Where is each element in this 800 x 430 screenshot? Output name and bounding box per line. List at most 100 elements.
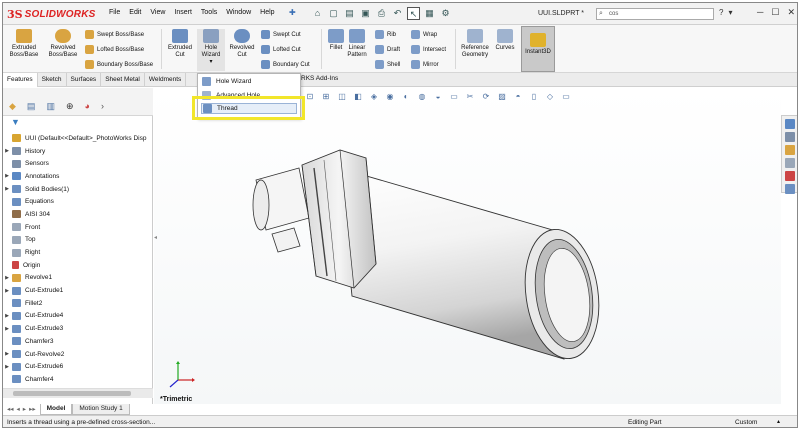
home-icon[interactable]: ⌂ <box>311 7 324 20</box>
minimize-icon[interactable]: ─ <box>757 7 763 18</box>
tab-weldments[interactable]: Weldments <box>145 73 187 87</box>
expand-arrow-icon[interactable]: ▶ <box>3 313 11 319</box>
property-manager-icon[interactable]: ▤ <box>27 101 36 112</box>
tree-item-solid-bodies[interactable]: ▶ Solid Bodies(1) <box>3 183 153 196</box>
prev-tab-icon[interactable]: ◂ <box>17 405 20 414</box>
menu-tools[interactable]: Tools <box>201 9 217 16</box>
maximize-icon[interactable]: ☐ <box>771 7 779 18</box>
close-icon[interactable]: ✕ <box>787 7 795 18</box>
display-manager-icon[interactable]: ◕ <box>85 101 90 112</box>
tree-item-equations[interactable]: Equations <box>3 195 153 208</box>
dimxpert-icon[interactable]: ⊕ <box>66 101 74 112</box>
tree-item-cut-extrude6[interactable]: ▶ Cut-Extrude6 <box>3 360 153 373</box>
tree-item-part[interactable]: UUI (Default<<Default>_PhotoWorks Disp <box>3 132 153 145</box>
tree-item-sensors[interactable]: Sensors <box>3 157 153 170</box>
hole-wizard-dropdown-icon[interactable]: ▾ <box>197 59 225 66</box>
horizontal-scrollbar[interactable] <box>3 388 153 398</box>
print-icon[interactable]: ⎙ <box>375 7 388 20</box>
tree-item-revolve1[interactable]: ▶ Revolve1 <box>3 272 153 285</box>
filter-icon[interactable]: ▼ <box>11 117 20 127</box>
rebuild-icon[interactable]: ▦ <box>423 7 436 20</box>
dropdown-arrow-icon[interactable]: ▾ <box>728 8 732 17</box>
expand-arrow-icon[interactable]: ▶ <box>3 148 11 154</box>
search-input[interactable]: ⌕ cos <box>596 8 714 20</box>
view-palette-icon[interactable] <box>785 158 795 168</box>
tab-motion-study-1[interactable]: Motion Study 1 <box>72 404 130 415</box>
boundary-cut-button[interactable]: Boundary Cut <box>261 60 310 69</box>
tab-solidworks-addins[interactable]: RKS Add-Ins <box>301 75 338 82</box>
new-document-icon[interactable]: ▢ <box>327 7 340 20</box>
feature-tree-icon[interactable]: ◆ <box>9 101 16 112</box>
panel-more-icon[interactable]: › <box>101 101 104 112</box>
expand-arrow-icon[interactable]: ▶ <box>3 186 11 192</box>
graphics-area[interactable]: ⊡ ⊞ ◫ ◧ ◈ ◉ ◐ ◍ ◒ ▭ ✂ ⟳ ▨ ◓ ▯ ◇ ▭ *Trime… <box>154 88 781 404</box>
tree-item-chamfer3[interactable]: Chamfer3 <box>3 335 153 348</box>
tab-sketch[interactable]: Sketch <box>38 73 67 87</box>
extruded-cut-button[interactable]: Extruded Cut <box>165 29 195 59</box>
question-icon[interactable]: ? <box>719 8 723 17</box>
tree-item-material[interactable]: AISI 304 <box>3 208 153 221</box>
file-explorer-icon[interactable] <box>785 145 795 155</box>
last-tab-icon[interactable]: ▸▸ <box>29 405 36 414</box>
intersect-button[interactable]: Intersect <box>411 45 446 54</box>
tree-item-fillet2[interactable]: Fillet2 <box>3 297 153 310</box>
tab-features[interactable]: Features <box>3 73 38 87</box>
draft-button[interactable]: Draft <box>375 45 400 54</box>
save-icon[interactable]: ▣ <box>359 7 372 20</box>
fillet-button[interactable]: Fillet <box>325 29 347 52</box>
tree-item-cut-extrude1[interactable]: ▶ Cut-Extrude1 <box>3 284 153 297</box>
appearances-icon[interactable] <box>785 171 795 181</box>
tab-surfaces[interactable]: Surfaces <box>67 73 102 87</box>
menu-file[interactable]: File <box>109 9 120 16</box>
pin-icon[interactable]: ✚ <box>289 8 296 17</box>
expand-arrow-icon[interactable]: ▶ <box>3 275 11 281</box>
tree-item-right-plane[interactable]: Right <box>3 246 153 259</box>
open-folder-icon[interactable]: ▤ <box>343 7 356 20</box>
rib-button[interactable]: Rib <box>375 30 396 39</box>
wrap-button[interactable]: Wrap <box>411 30 437 39</box>
part-model[interactable] <box>154 88 781 404</box>
reference-geometry-button[interactable]: Reference Geometry <box>458 29 492 59</box>
scrollbar-thumb[interactable] <box>13 391 131 396</box>
lofted-boss-button[interactable]: Lofted Boss/Base <box>85 45 144 54</box>
tree-item-chamfer4[interactable]: Chamfer4 <box>3 373 153 386</box>
solidworks-logo[interactable]: 3S SOLIDWORKS <box>7 7 96 21</box>
expand-arrow-icon[interactable]: ▶ <box>3 173 11 179</box>
resources-icon[interactable] <box>785 119 795 129</box>
swept-boss-button[interactable]: Swept Boss/Base <box>85 30 144 39</box>
collapse-panel-icon[interactable]: ◂ <box>154 234 157 241</box>
select-arrow-icon[interactable]: ↖ <box>407 7 420 20</box>
menu-insert[interactable]: Insert <box>174 9 192 16</box>
menu-help[interactable]: Help <box>260 9 274 16</box>
tree-item-cut-extrude3[interactable]: ▶ Cut-Extrude3 <box>3 322 153 335</box>
tab-sheet-metal[interactable]: Sheet Metal <box>101 73 145 87</box>
revolved-cut-button[interactable]: Revolved Cut <box>227 29 257 59</box>
configuration-manager-icon[interactable]: ▥ <box>46 101 55 112</box>
expand-arrow-icon[interactable]: ▶ <box>3 288 11 294</box>
expand-arrow-icon[interactable]: ▶ <box>3 326 11 332</box>
hole-wizard-button[interactable]: Hole Wizard ▾ <box>197 29 225 71</box>
first-tab-icon[interactable]: ◂◂ <box>7 405 14 414</box>
shell-button[interactable]: Shell <box>375 60 400 69</box>
curves-button[interactable]: Curves <box>493 29 517 52</box>
menu-item-hole-wizard[interactable]: Hole Wizard <box>202 76 251 87</box>
swept-cut-button[interactable]: Swept Cut <box>261 30 301 39</box>
expand-arrow-icon[interactable]: ▶ <box>3 364 11 370</box>
tree-item-annotations[interactable]: ▶ Annotations <box>3 170 153 183</box>
units-selector[interactable]: Custom <box>735 419 757 426</box>
linear-pattern-button[interactable]: Linear Pattern <box>346 29 368 59</box>
tree-item-front-plane[interactable]: Front <box>3 221 153 234</box>
menu-view[interactable]: View <box>150 9 165 16</box>
menu-window[interactable]: Window <box>226 9 251 16</box>
instant3d-button[interactable]: Instant3D <box>521 26 555 72</box>
revolved-boss-button[interactable]: Revolved Boss/Base <box>45 29 81 59</box>
next-tab-icon[interactable]: ▸ <box>23 405 26 414</box>
mirror-button[interactable]: Mirror <box>411 60 439 69</box>
tree-item-top-plane[interactable]: Top <box>3 234 153 247</box>
tree-item-cut-extrude4[interactable]: ▶ Cut-Extrude4 <box>3 310 153 323</box>
boundary-boss-button[interactable]: Boundary Boss/Base <box>85 60 153 69</box>
custom-properties-icon[interactable] <box>785 184 795 194</box>
units-dropdown-icon[interactable]: ▴ <box>777 418 780 425</box>
design-library-icon[interactable] <box>785 132 795 142</box>
tab-model[interactable]: Model <box>39 404 73 415</box>
